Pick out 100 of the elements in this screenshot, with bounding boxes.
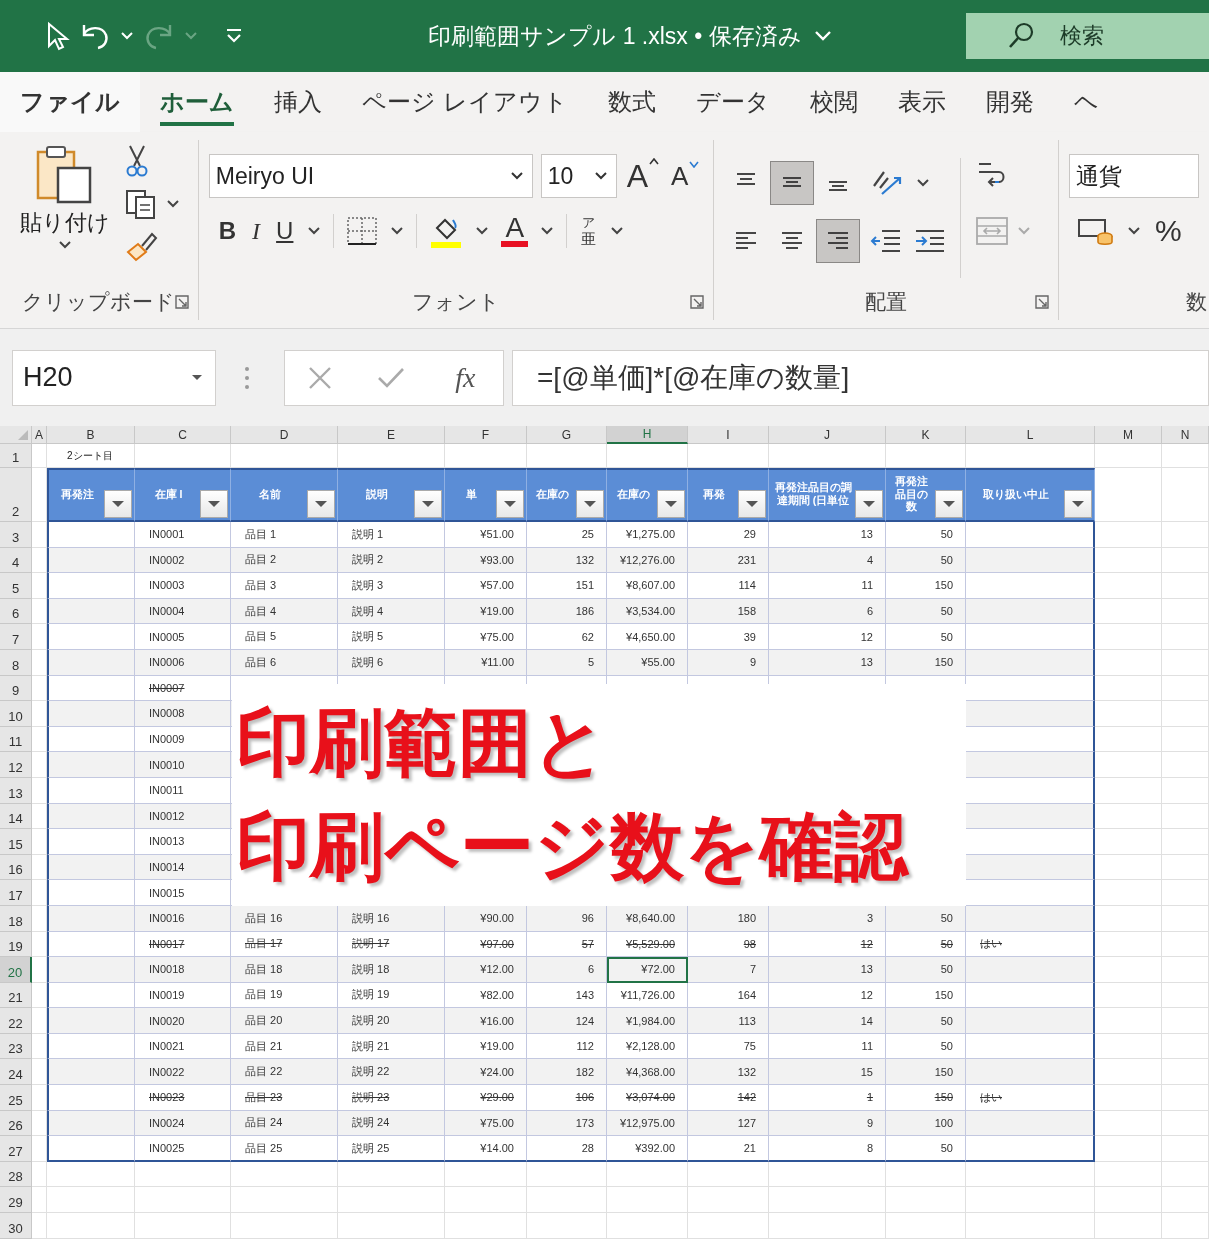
row-number[interactable]: 28 bbox=[0, 1161, 32, 1188]
percent-button[interactable]: % bbox=[1153, 214, 1184, 248]
filter-button[interactable] bbox=[104, 490, 132, 518]
row-number[interactable]: 26 bbox=[0, 1110, 32, 1137]
ribbon-tab[interactable]: ファイル bbox=[0, 72, 140, 132]
row-number[interactable]: 21 bbox=[0, 982, 32, 1009]
dialog-launcher-icon[interactable] bbox=[689, 294, 706, 310]
column-header[interactable]: C bbox=[135, 426, 231, 444]
row-number[interactable]: 25 bbox=[0, 1085, 32, 1111]
row-number[interactable]: 23 bbox=[0, 1033, 32, 1060]
font-color-button[interactable]: A bbox=[501, 215, 529, 247]
caret-icon[interactable] bbox=[390, 226, 405, 236]
row-number[interactable]: 3 bbox=[0, 522, 32, 548]
column-header[interactable]: H bbox=[607, 426, 688, 444]
column-header[interactable]: A bbox=[32, 426, 47, 444]
caret-icon[interactable] bbox=[1127, 226, 1141, 236]
name-box[interactable]: H20 bbox=[12, 349, 216, 406]
ribbon-tab[interactable]: 校閲 bbox=[789, 72, 878, 132]
search-field[interactable]: 検索 bbox=[966, 13, 1209, 59]
column-header[interactable]: F bbox=[445, 426, 527, 444]
ribbon-tab[interactable]: 挿入 bbox=[254, 72, 342, 132]
brush-icon[interactable] bbox=[124, 230, 158, 262]
ribbon-tab[interactable]: ホーム bbox=[140, 72, 254, 132]
column-header[interactable]: N bbox=[1162, 426, 1209, 444]
filter-button[interactable] bbox=[1064, 490, 1092, 518]
row-number[interactable]: 16 bbox=[0, 854, 32, 881]
scissors-icon[interactable] bbox=[124, 144, 150, 178]
font-name-dropdown[interactable]: Meiryo UI bbox=[208, 154, 533, 198]
row-number[interactable]: 5 bbox=[0, 573, 32, 599]
row-number[interactable]: 6 bbox=[0, 598, 32, 625]
row-number[interactable]: 18 bbox=[0, 905, 32, 932]
caret-icon[interactable] bbox=[307, 226, 322, 236]
column-header[interactable]: D bbox=[231, 426, 338, 444]
column-header[interactable]: K bbox=[886, 426, 966, 444]
filter-button[interactable] bbox=[496, 490, 524, 518]
caret-icon[interactable] bbox=[610, 226, 625, 236]
filter-button[interactable] bbox=[738, 490, 766, 518]
row-number[interactable]: 22 bbox=[0, 1008, 32, 1034]
currency-format-icon[interactable] bbox=[1077, 216, 1115, 246]
row-number[interactable]: 9 bbox=[0, 675, 32, 702]
ribbon-tab[interactable]: ページ レイアウト bbox=[342, 72, 588, 132]
caret-icon[interactable] bbox=[166, 199, 180, 209]
row-number[interactable]: 2 bbox=[0, 468, 32, 522]
row-number[interactable]: 24 bbox=[0, 1059, 32, 1086]
row-number[interactable]: 10 bbox=[0, 701, 32, 727]
increase-indent-icon[interactable] bbox=[914, 228, 947, 254]
paste-label[interactable]: 貼り付け bbox=[20, 208, 110, 238]
row-number[interactable]: 29 bbox=[0, 1187, 32, 1214]
insert-function-button[interactable]: fx bbox=[449, 360, 482, 395]
column-header[interactable]: E bbox=[338, 426, 445, 444]
phonetic-button[interactable]: ア 亜 bbox=[579, 215, 599, 247]
filter-button[interactable] bbox=[855, 490, 883, 518]
dialog-launcher-icon[interactable] bbox=[173, 294, 190, 310]
row-number[interactable]: 8 bbox=[0, 649, 32, 676]
ribbon-tab[interactable]: 開発 bbox=[965, 72, 1054, 132]
border-icon[interactable] bbox=[346, 216, 379, 246]
row-number[interactable]: 17 bbox=[0, 880, 32, 906]
row-number[interactable]: 15 bbox=[0, 829, 32, 855]
column-header[interactable]: J bbox=[769, 426, 886, 444]
ribbon-tab[interactable]: 表示 bbox=[877, 72, 966, 132]
row-number[interactable]: 4 bbox=[0, 547, 32, 574]
column-header[interactable]: I bbox=[688, 426, 769, 444]
filter-button[interactable] bbox=[200, 490, 228, 518]
row-number[interactable]: 13 bbox=[0, 777, 32, 804]
search-input[interactable]: 検索 bbox=[1046, 23, 1180, 49]
column-header[interactable]: G bbox=[527, 426, 607, 444]
row-number[interactable]: 12 bbox=[0, 752, 32, 778]
ribbon-tab[interactable]: ヘ bbox=[1053, 72, 1119, 132]
ribbon-tab[interactable]: 数式 bbox=[587, 72, 676, 132]
decrease-indent-icon[interactable] bbox=[870, 228, 903, 254]
caret-icon[interactable] bbox=[58, 240, 72, 250]
customize-icon[interactable] bbox=[224, 28, 244, 44]
bold-button[interactable]: B bbox=[216, 217, 239, 245]
column-header[interactable]: M bbox=[1095, 426, 1162, 444]
dialog-launcher-icon[interactable] bbox=[1034, 294, 1050, 310]
column-header[interactable]: L bbox=[966, 426, 1095, 444]
filter-button[interactable] bbox=[935, 490, 963, 518]
row-number[interactable]: 27 bbox=[0, 1136, 32, 1162]
row-number[interactable]: 1 bbox=[0, 444, 32, 468]
row-number[interactable]: 7 bbox=[0, 624, 32, 650]
filter-button[interactable] bbox=[307, 490, 335, 518]
number-format-dropdown[interactable]: 通貨 bbox=[1069, 154, 1199, 198]
caret-icon[interactable] bbox=[475, 226, 490, 236]
column-header[interactable]: B bbox=[47, 426, 135, 444]
caret-icon[interactable] bbox=[916, 178, 931, 188]
italic-button[interactable]: I bbox=[250, 217, 263, 245]
filter-button[interactable] bbox=[414, 490, 442, 518]
filter-button[interactable] bbox=[576, 490, 604, 518]
filter-button[interactable] bbox=[657, 490, 685, 518]
underline-button[interactable]: U bbox=[274, 217, 296, 245]
merge-cells-icon[interactable] bbox=[975, 216, 1010, 246]
formula-input[interactable]: =[@単価]*[@在庫の数量] bbox=[512, 349, 1209, 406]
copy-icon[interactable] bbox=[124, 188, 158, 220]
row-number[interactable]: 30 bbox=[0, 1213, 32, 1239]
row-number[interactable]: 20 bbox=[0, 957, 32, 983]
row-number[interactable]: 14 bbox=[0, 803, 32, 830]
align-button[interactable] bbox=[816, 219, 861, 263]
shrink-font-button[interactable]: A bbox=[669, 160, 702, 192]
ribbon-tab[interactable]: データ bbox=[675, 72, 790, 132]
font-size-dropdown[interactable]: 10 bbox=[540, 154, 617, 198]
